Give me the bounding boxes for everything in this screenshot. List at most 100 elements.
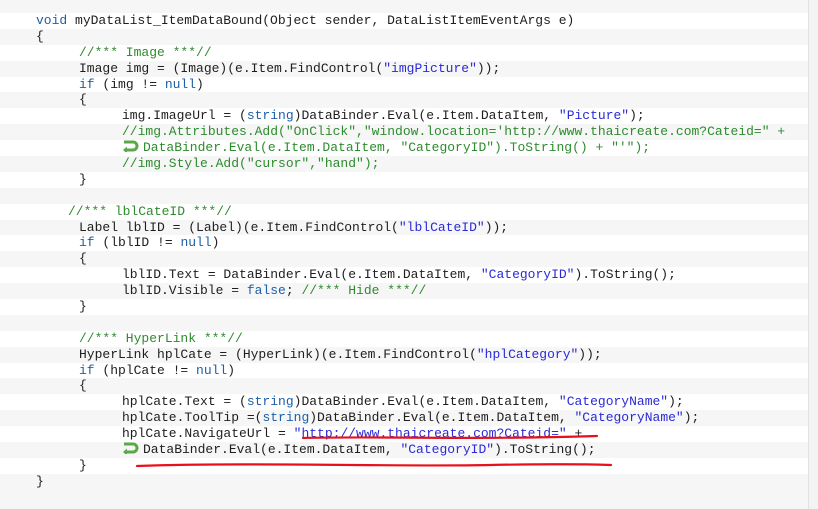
code-keyword: if <box>79 235 95 251</box>
code-string: "hplCategory" <box>476 346 579 362</box>
code-line[interactable]: //img.Style.Add("cursor","hand"); <box>0 156 808 172</box>
code-line[interactable]: void myDataList_ItemDataBound(Object sen… <box>0 13 808 29</box>
code-line[interactable]: lblID.Text = DataBinder.Eval(e.Item.Data… <box>0 267 808 283</box>
code-text: img.ImageUrl = ( <box>122 108 247 124</box>
code-keyword: null <box>180 235 212 251</box>
code-string: "lblCateID" <box>398 219 485 235</box>
code-text: { <box>79 378 87 394</box>
code-text: myDataList_ItemDataBound(Object sender, … <box>67 13 575 28</box>
code-text: ) <box>196 76 204 92</box>
code-text: (lblID != <box>94 235 181 251</box>
code-line[interactable]: //*** Image ***// <box>0 45 808 61</box>
editor-right-edge <box>808 0 818 509</box>
code-text: } <box>79 171 87 187</box>
code-line[interactable]: { <box>0 28 808 45</box>
code-line[interactable]: } <box>0 458 808 474</box>
code-line[interactable]: if (lblID != null) <box>0 235 808 251</box>
code-text: ); <box>629 108 645 124</box>
code-string: "imgPicture" <box>383 60 477 76</box>
code-line[interactable]: HyperLink hplCate = (HyperLink)(e.Item.F… <box>0 346 808 363</box>
code-text: )); <box>578 346 602 362</box>
code-text: hplCate.NavigateUrl = <box>122 426 294 442</box>
code-text: )DataBinder.Eval(e.Item.DataItem, <box>309 410 575 426</box>
code-text: )); <box>476 60 501 76</box>
code-text: DataBinder.Eval(e.Item.DataItem, <box>143 442 401 458</box>
code-text: lblID.Visible = <box>122 283 247 299</box>
code-text: HyperLink hplCate = (HyperLink)(e.Item.F… <box>79 346 477 362</box>
code-text: ).ToString(); <box>494 442 596 458</box>
code-line[interactable]: if (hplCate != null) <box>0 363 808 379</box>
code-string: "CategoryID" <box>480 267 575 283</box>
code-text: )DataBinder.Eval(e.Item.DataItem, <box>293 394 559 410</box>
code-text: } <box>79 457 87 473</box>
code-line[interactable]: { <box>0 378 808 395</box>
code-line[interactable]: hplCate.Text = (string)DataBinder.Eval(e… <box>0 394 808 410</box>
code-editor[interactable]: void myDataList_ItemDataBound(Object sen… <box>0 13 808 490</box>
code-line[interactable]: hplCate.NavigateUrl = "http://www.thaicr… <box>0 426 808 442</box>
code-keyword: null <box>164 76 197 92</box>
code-text: )); <box>484 219 509 235</box>
code-text: (hplCate != <box>94 362 197 378</box>
code-text: } <box>79 299 87 315</box>
code-text: { <box>36 28 44 44</box>
code-comment: //img.Style.Add("cursor","hand"); <box>122 156 380 172</box>
editor-top-band <box>0 0 808 13</box>
code-text: ); <box>668 394 684 410</box>
code-line[interactable]: //img.Attributes.Add("OnClick","window.l… <box>0 124 808 141</box>
code-comment: //*** Hide ***// <box>301 283 427 299</box>
code-string: "CategoryID" <box>400 442 495 458</box>
code-text: ) <box>211 235 220 251</box>
code-text: } <box>36 473 44 489</box>
code-line[interactable]: DataBinder.Eval(e.Item.DataItem, "Catego… <box>0 140 808 156</box>
code-line[interactable]: Image img = (Image)(e.Item.FindControl("… <box>0 60 808 77</box>
code-string: "CategoryName" <box>574 410 684 426</box>
word-wrap-arrow-icon <box>122 442 140 456</box>
code-keyword: void <box>36 13 68 28</box>
code-text: hplCate.Text = ( <box>122 394 247 410</box>
code-text: lblID.Text = DataBinder.Eval(e.Item.Data… <box>122 267 481 283</box>
code-keyword: string <box>246 394 294 410</box>
code-keyword: false <box>246 283 286 299</box>
code-comment: //*** lblCateID ***// <box>68 203 232 219</box>
code-comment: DataBinder.Eval(e.Item.DataItem, "Catego… <box>143 140 651 156</box>
code-text: ; <box>285 283 302 299</box>
code-comment: //*** Image ***// <box>79 44 212 60</box>
code-keyword: string <box>262 410 310 426</box>
code-string: "Picture" <box>558 108 630 124</box>
code-comment: //img.Attributes.Add("OnClick","window.l… <box>122 124 786 140</box>
code-line[interactable]: } <box>0 172 808 188</box>
code-line[interactable]: Label lblID = (Label)(e.Item.FindControl… <box>0 219 808 236</box>
code-text: ); <box>683 410 700 426</box>
code-text: )DataBinder.Eval(e.Item.DataItem, <box>293 108 559 124</box>
code-text: ).ToString(); <box>574 267 676 283</box>
code-line[interactable]: { <box>0 92 808 109</box>
code-keyword: null <box>196 362 228 378</box>
code-line[interactable]: hplCate.ToolTip =(string)DataBinder.Eval… <box>0 410 808 427</box>
code-line[interactable]: } <box>0 473 808 490</box>
editor-bottom-band <box>0 490 808 509</box>
code-string: "http://www.thaicreate.com?Cateid=" <box>293 426 567 442</box>
code-line[interactable] <box>0 187 808 204</box>
code-line[interactable]: DataBinder.Eval(e.Item.DataItem, "Catego… <box>0 442 808 458</box>
code-text: { <box>79 251 87 267</box>
code-text: { <box>79 92 87 108</box>
code-text: (img != <box>94 76 165 92</box>
code-line[interactable]: } <box>0 299 808 315</box>
code-line[interactable]: if (img != null) <box>0 77 808 93</box>
code-line[interactable]: lblID.Visible = false; //*** Hide ***// <box>0 283 808 300</box>
code-line[interactable]: { <box>0 251 808 268</box>
code-comment: //*** HyperLink ***// <box>79 330 243 346</box>
code-text: + <box>566 426 583 442</box>
code-text: ) <box>227 362 236 378</box>
word-wrap-arrow-icon <box>122 140 140 154</box>
code-line[interactable]: //*** HyperLink ***// <box>0 331 808 347</box>
code-keyword: if <box>79 362 95 378</box>
code-line[interactable] <box>0 314 808 331</box>
code-text: hplCate.ToolTip =( <box>122 410 263 426</box>
code-text: Label lblID = (Label)(e.Item.FindControl… <box>79 219 399 235</box>
code-line[interactable]: //*** lblCateID ***// <box>0 204 808 220</box>
code-keyword: if <box>79 76 95 92</box>
code-keyword: string <box>246 108 294 124</box>
code-string: "CategoryName" <box>558 394 669 410</box>
code-line[interactable]: img.ImageUrl = (string)DataBinder.Eval(e… <box>0 108 808 124</box>
